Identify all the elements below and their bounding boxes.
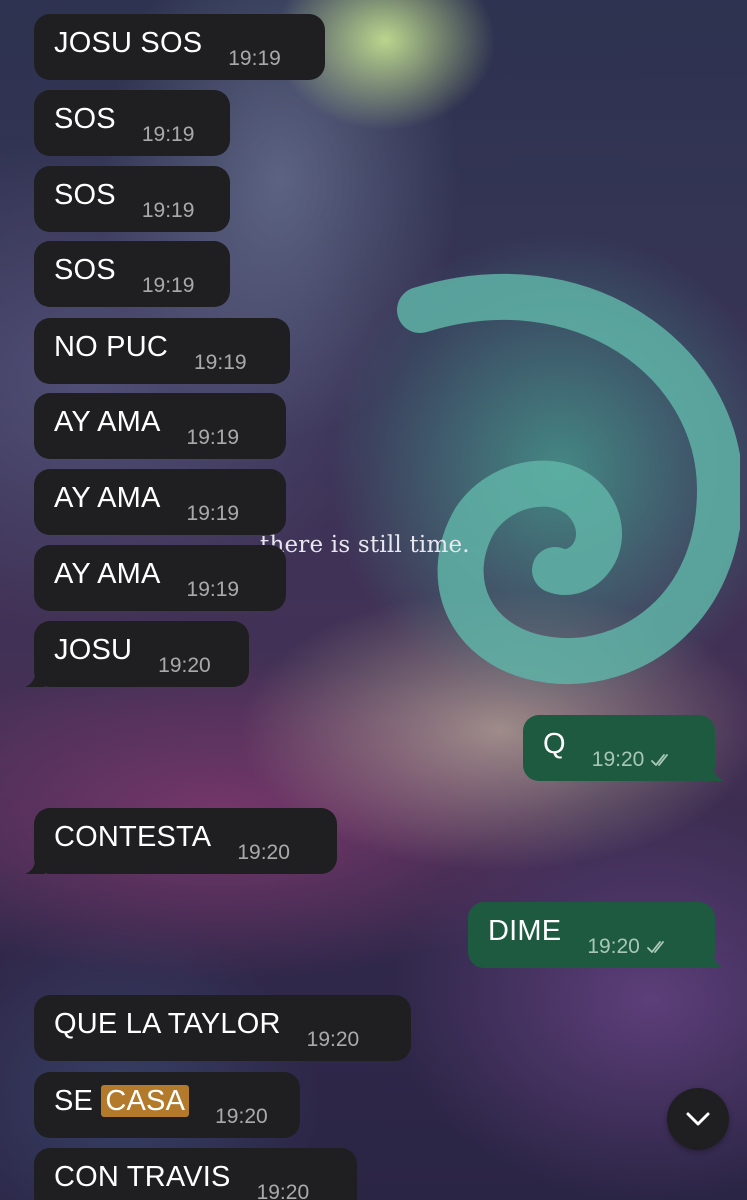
message-bubble[interactable]: SOS 19:19	[34, 90, 230, 156]
message-time: 19:19	[228, 47, 281, 70]
read-receipt-icon	[651, 754, 669, 766]
message-bubble[interactable]: AY AMA 19:19	[34, 469, 286, 535]
message-bubble[interactable]: CON TRAVIS 19:20	[34, 1148, 357, 1200]
message-text: CONTESTA	[54, 820, 212, 853]
message-time: 19:20	[591, 748, 645, 771]
message-bubble[interactable]: SE CASA 19:20	[34, 1072, 300, 1138]
message-time: 19:20	[215, 1105, 268, 1128]
message-time: 19:19	[186, 426, 240, 449]
message-bubble[interactable]: CONTESTA 19:20	[25, 808, 337, 874]
message-bubble[interactable]: AY AMA 19:19	[34, 393, 286, 459]
message-time: 19:20	[256, 1181, 310, 1200]
bubble-tail-icon	[25, 667, 45, 687]
message-text: AY AMA	[54, 405, 161, 438]
chevron-down-icon	[686, 1112, 710, 1126]
message-text: QUE LA TAYLOR	[54, 1007, 281, 1040]
message-time: 19:19	[194, 351, 247, 374]
message-bubble[interactable]: AY AMA 19:19	[34, 545, 286, 611]
scroll-to-bottom-button[interactable]	[667, 1088, 729, 1150]
message-time: 19:19	[141, 123, 195, 146]
message-text: JOSU SOS	[54, 26, 203, 59]
message-time: 19:19	[186, 502, 240, 525]
chat-screen: there is still time. JOSU SOS 19:19 SOS …	[0, 0, 747, 1200]
message-time: 19:19	[141, 274, 195, 297]
message-time: 19:19	[186, 578, 240, 601]
message-text: CON TRAVIS	[54, 1160, 231, 1193]
message-time: 19:20	[306, 1028, 360, 1051]
message-time: 19:20	[158, 654, 211, 677]
message-text: AY AMA	[54, 481, 161, 514]
message-bubble[interactable]: QUE LA TAYLOR 19:20	[34, 995, 411, 1061]
bubble-tail-icon	[25, 854, 45, 874]
message-bubble[interactable]: JOSU 19:20	[25, 621, 249, 687]
message-time: 19:20	[237, 841, 290, 864]
message-text: NO PUC	[54, 330, 168, 363]
message-text: JOSU	[54, 633, 133, 666]
message-text: Q	[543, 727, 566, 760]
message-text: SOS	[54, 253, 116, 286]
message-bubble-outgoing[interactable]: Q 19:20	[523, 715, 724, 781]
message-time: 19:19	[141, 199, 195, 222]
message-time: 19:20	[587, 935, 640, 958]
message-text: SE CASA	[54, 1084, 190, 1118]
message-bubble[interactable]: SOS 19:19	[34, 166, 230, 232]
wallpaper-spiral	[397, 273, 740, 685]
wallpaper-caption: there is still time.	[260, 532, 470, 558]
message-text: AY AMA	[54, 557, 161, 590]
message-text-prefix: SE	[54, 1084, 102, 1117]
bubble-tail-icon	[704, 761, 724, 781]
bubble-tail-icon	[704, 948, 724, 968]
message-text: SOS	[54, 178, 116, 211]
message-bubble[interactable]: JOSU SOS 19:19	[34, 14, 325, 80]
read-receipt-icon	[646, 941, 664, 953]
message-text: SOS	[54, 102, 116, 135]
message-bubble[interactable]: SOS 19:19	[34, 241, 230, 307]
message-text: DIME	[488, 914, 562, 947]
message-bubble-outgoing[interactable]: DIME 19:20	[468, 902, 724, 968]
message-bubble[interactable]: NO PUC 19:19	[34, 318, 290, 384]
search-highlight: CASA	[101, 1084, 190, 1117]
